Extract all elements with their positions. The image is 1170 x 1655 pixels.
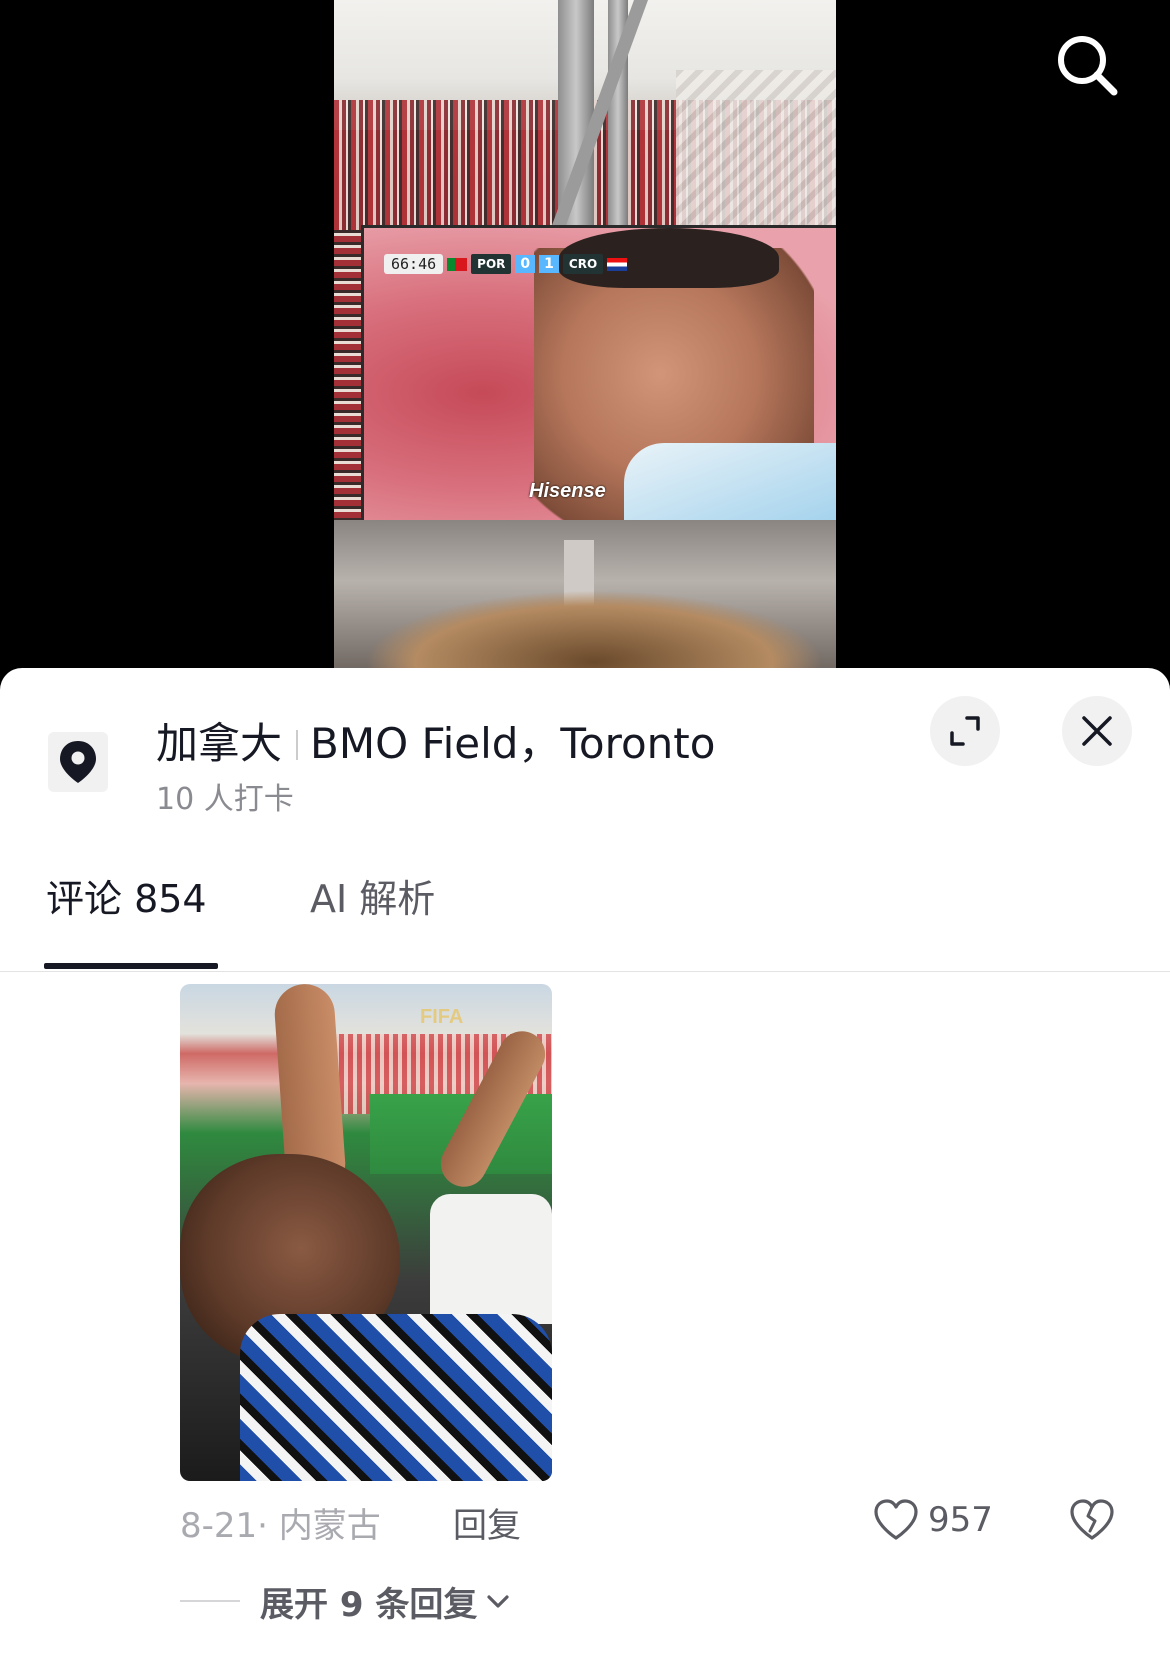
video-player[interactable]: 66:46 POR 0 1 CRO Hisense [0,0,1170,672]
reply-button[interactable]: 回复 [453,1498,521,1547]
tabs-divider [0,971,1170,972]
home-score: 0 [515,255,536,273]
scoreboard: 66:46 POR 0 1 CRO [384,253,628,275]
jumbotron-brand: Hisense [529,480,606,502]
location-pin-icon [60,741,96,783]
portugal-flag-icon [447,257,468,271]
location-card-icon[interactable] [48,732,108,792]
location-title[interactable]: 加拿大 BMO Field，Toronto [156,710,715,771]
dislike-button[interactable] [1068,1498,1116,1546]
expand-replies-line [180,1600,240,1602]
home-team: POR [471,254,512,274]
location-country: 加拿大 [156,719,283,768]
location-checkins: 10 人打卡 [156,782,294,817]
location-place: BMO Field，Toronto [310,719,716,768]
comment-date-location: 8-21· 内蒙古 [180,1506,381,1546]
tab-ai-analysis[interactable]: AI 解析 [310,868,435,923]
blurred-foreground [364,590,824,672]
video-frame[interactable]: 66:46 POR 0 1 CRO Hisense [334,0,836,672]
broken-heart-icon [1070,1499,1114,1540]
comment-meta: 8-21· 内蒙古 回复 957 [180,1498,1140,1548]
chevron-down-icon [487,1595,509,1608]
comment-sheet: 加拿大 BMO Field，Toronto 10 人打卡 评论 854 AI 解析… [0,668,1170,1655]
expand-icon [950,716,980,746]
sheet-tabs: 评论 854 AI 解析 [0,868,1170,940]
like-button[interactable]: 957 [872,1498,993,1542]
match-clock: 66:46 [384,254,444,274]
stadium-crowd-left [334,230,364,530]
heart-icon [874,1499,918,1540]
away-score: 1 [539,255,559,273]
expand-replies-button[interactable]: 展开 9 条回复 [180,1578,511,1625]
image-fan-shirt [240,1314,552,1481]
like-count: 957 [928,1500,993,1540]
expand-button[interactable] [930,696,1000,766]
expand-replies-label: 展开 9 条回复 [260,1584,478,1625]
away-team: CRO [562,254,604,274]
close-button[interactable] [1062,696,1132,766]
active-tab-indicator [44,963,218,969]
search-icon [1058,36,1118,96]
tab-comments[interactable]: 评论 854 [46,868,207,923]
comment-image[interactable]: FIFA [180,984,552,1481]
close-icon [1082,716,1112,746]
image-fifa-sign: FIFA [420,1006,464,1028]
croatia-flag-icon [607,257,628,271]
location-separator [296,730,299,760]
stadium-stairs [676,70,836,230]
image-fan [430,1194,552,1324]
search-button[interactable] [1052,30,1122,100]
